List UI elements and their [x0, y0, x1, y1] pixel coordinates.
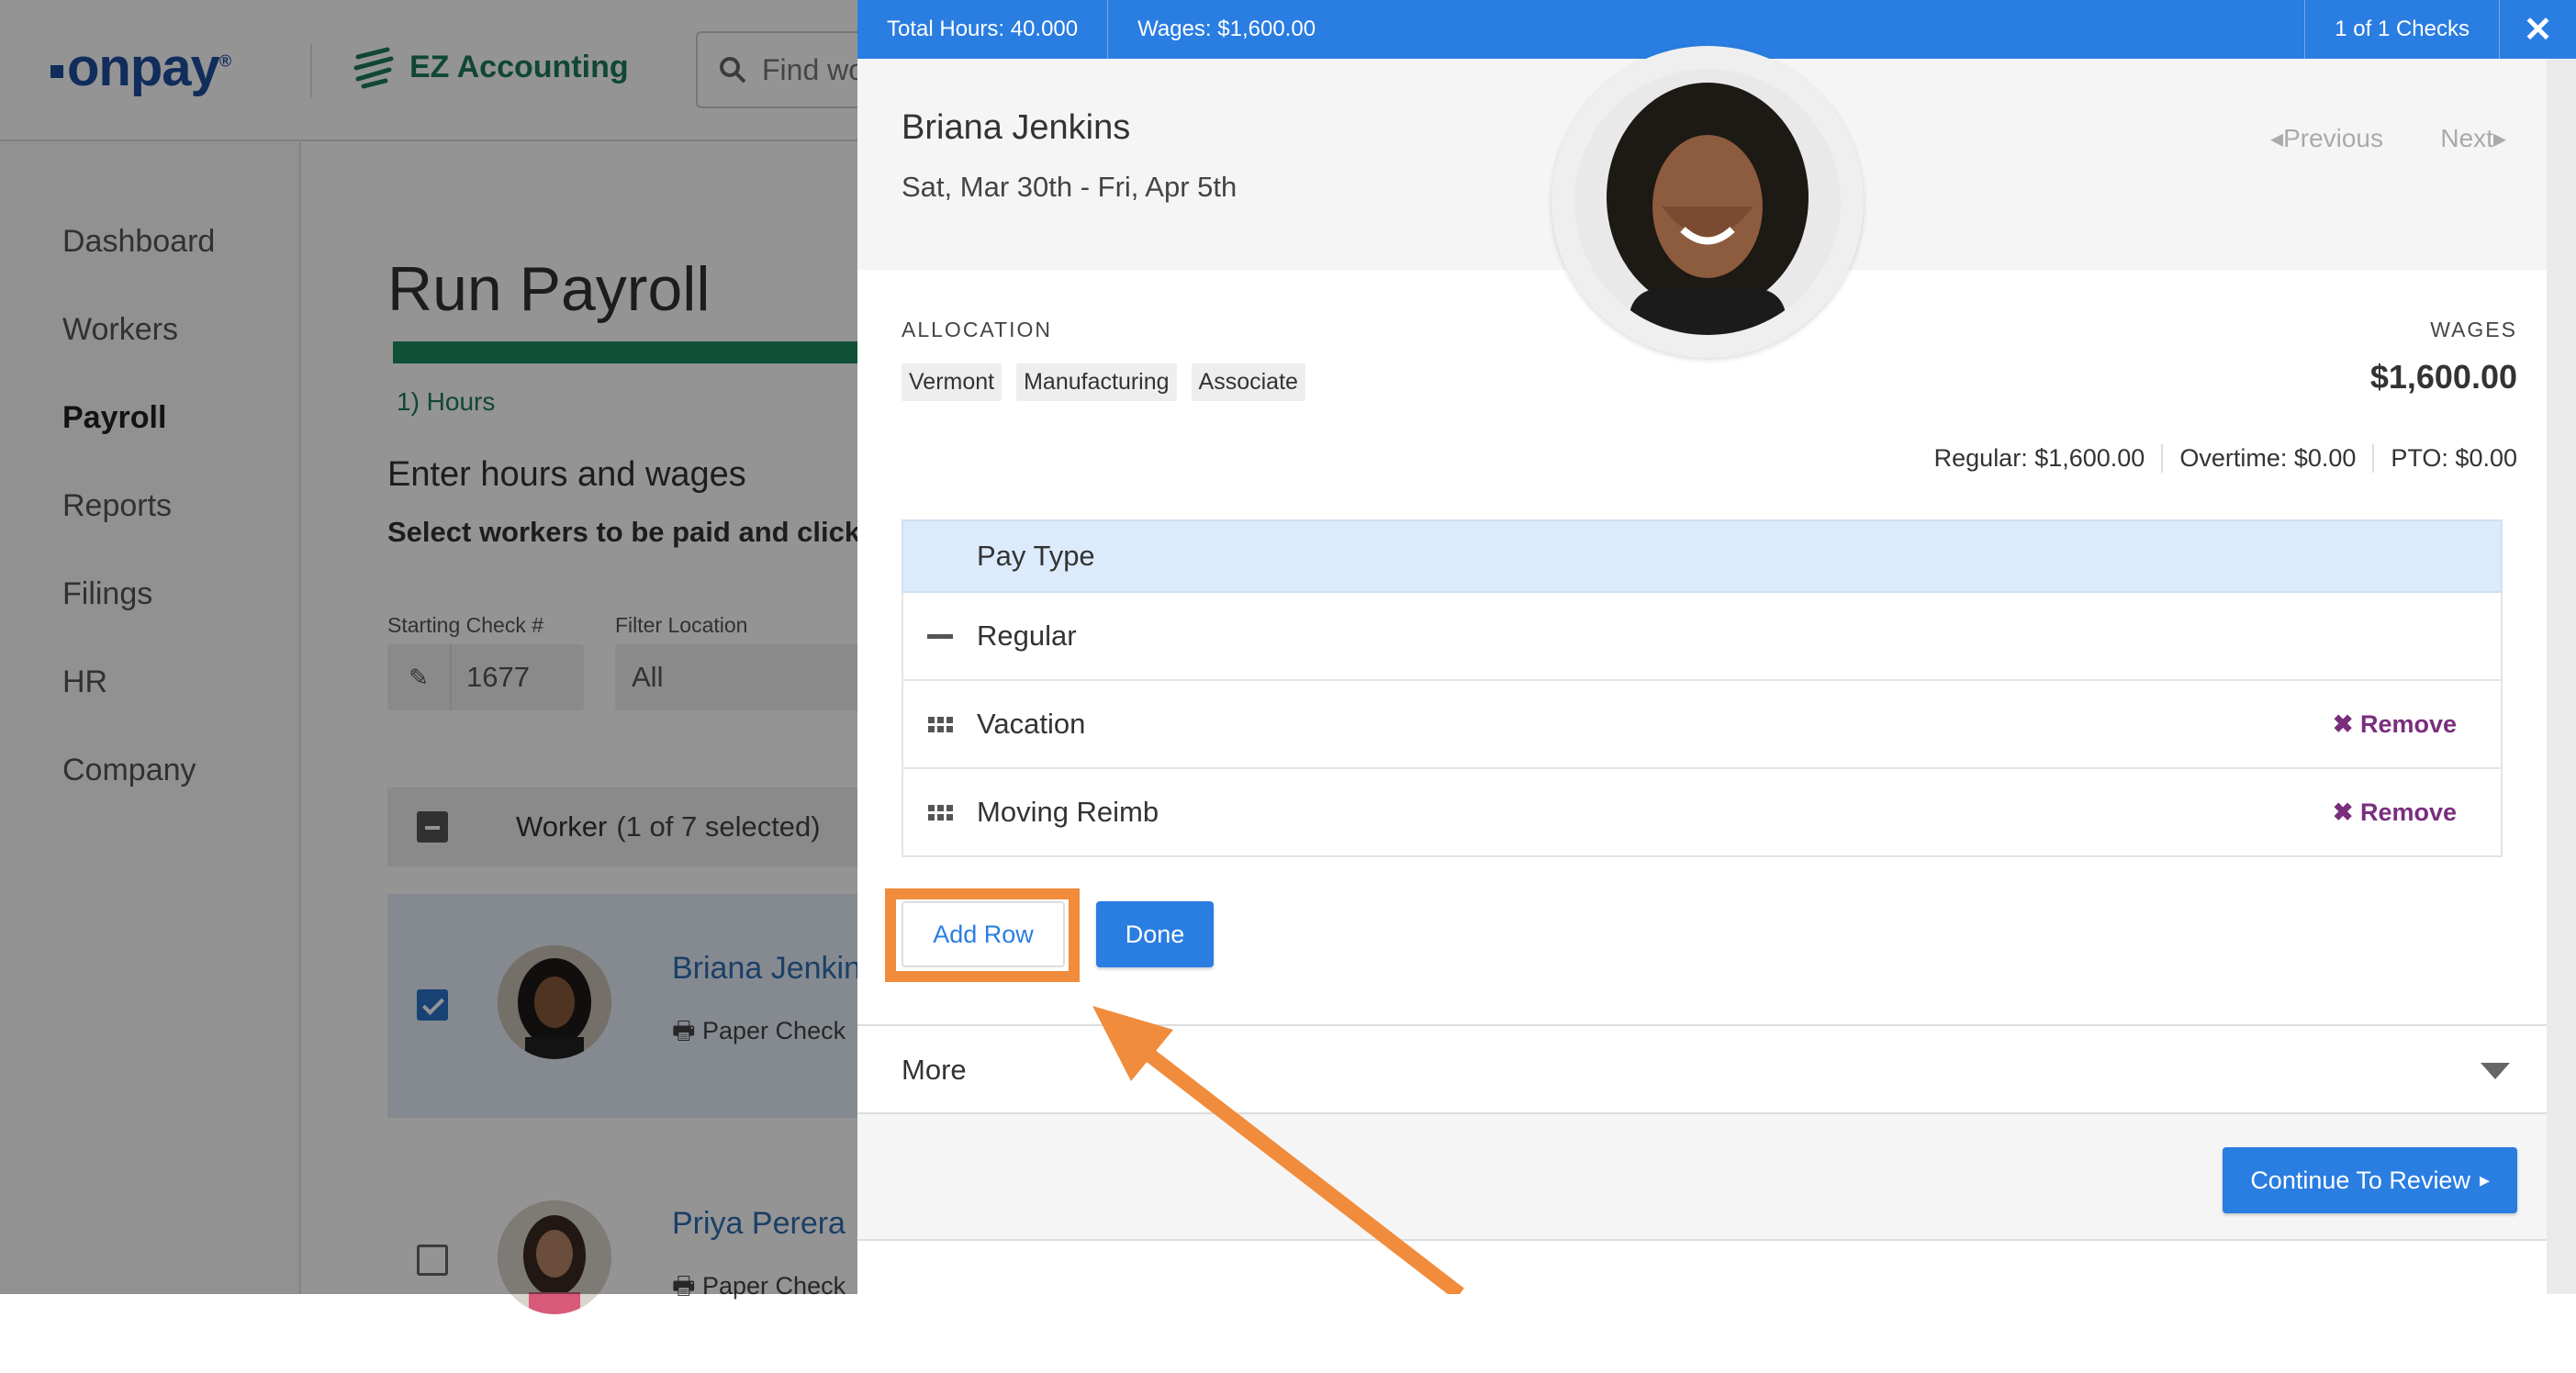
- more-label: More: [902, 1054, 967, 1086]
- allocation-chip: Manufacturing: [1016, 363, 1177, 401]
- drag-handle-icon[interactable]: [903, 716, 977, 732]
- employee-avatar: [1551, 46, 1864, 358]
- pto-amount: PTO: $0.00: [2372, 444, 2517, 473]
- allocation-chip: Vermont: [902, 363, 1002, 401]
- pay-type-row-vacation[interactable]: Vacation ✖ Remove: [902, 681, 2503, 769]
- overtime-amount: Overtime: $0.00: [2161, 444, 2372, 473]
- drawer-footer: Continue To Review ▸: [857, 1114, 2547, 1241]
- total-hours: Total Hours: 40.000: [857, 0, 1109, 59]
- employee-name: Briana Jenkins: [902, 108, 1131, 147]
- continue-to-review-button[interactable]: Continue To Review ▸: [2223, 1147, 2517, 1213]
- pay-period: Sat, Mar 30th - Fri, Apr 5th: [902, 171, 1238, 203]
- next-button[interactable]: Next▸: [2440, 123, 2506, 153]
- allocation-chips: Vermont Manufacturing Associate: [902, 363, 1305, 401]
- pay-type-row-moving-reimb[interactable]: Moving Reimb ✖ Remove: [902, 769, 2503, 857]
- regular-amount: Regular: $1,600.00: [1933, 444, 2145, 472]
- pay-type-row-regular[interactable]: Regular: [902, 593, 2503, 681]
- total-wages: Wages: $1,600.00: [1137, 17, 1316, 41]
- pay-type-label: Moving Reimb: [977, 796, 1159, 828]
- remove-button[interactable]: ✖ Remove: [2333, 798, 2457, 827]
- edit-check-drawer: Total Hours: 40.000 Wages: $1,600.00 1 o…: [857, 0, 2576, 1294]
- done-button[interactable]: Done: [1096, 901, 1214, 967]
- minus-icon[interactable]: [903, 633, 977, 639]
- previous-button[interactable]: ◂Previous: [2270, 123, 2383, 153]
- allocation-chip: Associate: [1191, 363, 1305, 401]
- pay-type-label: Regular: [977, 620, 1077, 652]
- drag-handle-icon[interactable]: [903, 804, 977, 820]
- pay-type-label: Vacation: [977, 708, 1086, 740]
- continue-label: Continue To Review: [2250, 1166, 2470, 1194]
- add-row-button[interactable]: Add Row: [902, 901, 1065, 967]
- scrollbar[interactable]: [2547, 59, 2576, 1294]
- allocation-label: ALLOCATION: [902, 318, 1052, 341]
- wages-breakdown: Regular: $1,600.00 Overtime: $0.00 PTO: …: [1918, 444, 2517, 473]
- check-counter: 1 of 1 Checks: [2304, 0, 2499, 59]
- close-icon[interactable]: ✕: [2499, 0, 2576, 59]
- pay-type-table: Pay Type Regular Vacation ✖ Remove Movin…: [902, 519, 2503, 857]
- more-section-toggle[interactable]: More: [857, 1024, 2547, 1114]
- remove-button[interactable]: ✖ Remove: [2333, 710, 2457, 739]
- wages-value: $1,600.00: [2369, 358, 2517, 396]
- pay-type-header: Pay Type: [902, 519, 2503, 593]
- wages-label: WAGES: [2430, 318, 2517, 341]
- chevron-down-icon: [2481, 1063, 2510, 1079]
- caret-right-icon: ▸: [2479, 1168, 2490, 1191]
